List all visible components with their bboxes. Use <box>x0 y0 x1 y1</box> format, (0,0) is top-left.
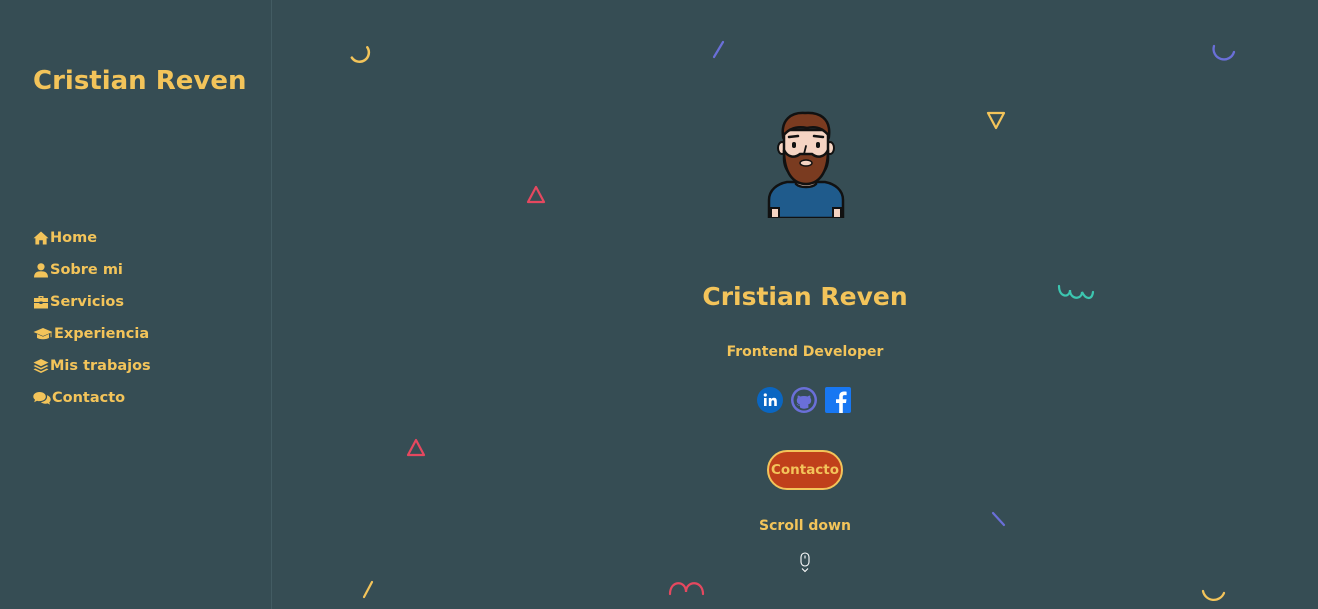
line-decoration <box>362 580 374 599</box>
nav-menu: Home Sobre mi Servicios Experiencia Mis … <box>33 222 151 414</box>
nav-item-label: Mis trabajos <box>50 358 151 374</box>
scroll-down-link[interactable]: Scroll down <box>759 518 851 534</box>
triangle-decoration <box>986 111 1006 130</box>
user-icon <box>34 263 48 278</box>
linkedin-icon[interactable] <box>757 387 783 413</box>
nav-item-servicios[interactable]: Servicios <box>33 286 151 318</box>
layers-icon <box>33 359 49 373</box>
graduation-cap-icon <box>33 328 53 340</box>
nav-item-contacto[interactable]: Contacto <box>33 382 151 414</box>
nav-item-label: Servicios <box>50 294 125 310</box>
nav-item-label: Sobre mi <box>50 262 123 278</box>
nav-item-experiencia[interactable]: Experiencia <box>33 318 151 350</box>
brand-title[interactable]: Cristian Reven <box>33 66 246 96</box>
arc-decoration <box>1212 44 1236 61</box>
github-icon[interactable] <box>791 387 817 413</box>
nav-item-label: Contacto <box>52 390 126 406</box>
arc-decoration <box>350 46 371 63</box>
avatar-illustration <box>767 111 845 218</box>
hero-role: Frontend Developer <box>726 344 884 360</box>
facebook-icon[interactable] <box>825 387 851 413</box>
comments-icon <box>33 392 51 405</box>
nav-item-label: Experiencia <box>54 326 150 342</box>
social-links <box>757 387 851 413</box>
arc-decoration <box>1201 589 1226 602</box>
home-icon <box>33 231 49 245</box>
line-decoration <box>712 40 725 59</box>
mouse-scroll-icon[interactable] <box>798 552 812 574</box>
nav-item-mis-trabajos[interactable]: Mis trabajos <box>33 350 151 382</box>
nav-item-sobre-mi[interactable]: Sobre mi <box>33 254 151 286</box>
wave-decoration <box>1057 284 1095 300</box>
wave-decoration <box>668 582 705 596</box>
contact-button[interactable]: Contacto <box>767 450 843 490</box>
triangle-decoration <box>406 438 426 457</box>
line-decoration <box>991 511 1006 527</box>
nav-item-home[interactable]: Home <box>33 222 151 254</box>
hero-name: Cristian Reven <box>702 282 908 311</box>
nav-item-label: Home <box>50 230 98 246</box>
sidebar: Cristian Reven Home Sobre mi Servicios E… <box>0 0 272 609</box>
triangle-decoration <box>526 185 546 204</box>
app: Cristian Reven Home Sobre mi Servicios E… <box>0 0 1318 609</box>
briefcase-icon <box>34 296 48 309</box>
